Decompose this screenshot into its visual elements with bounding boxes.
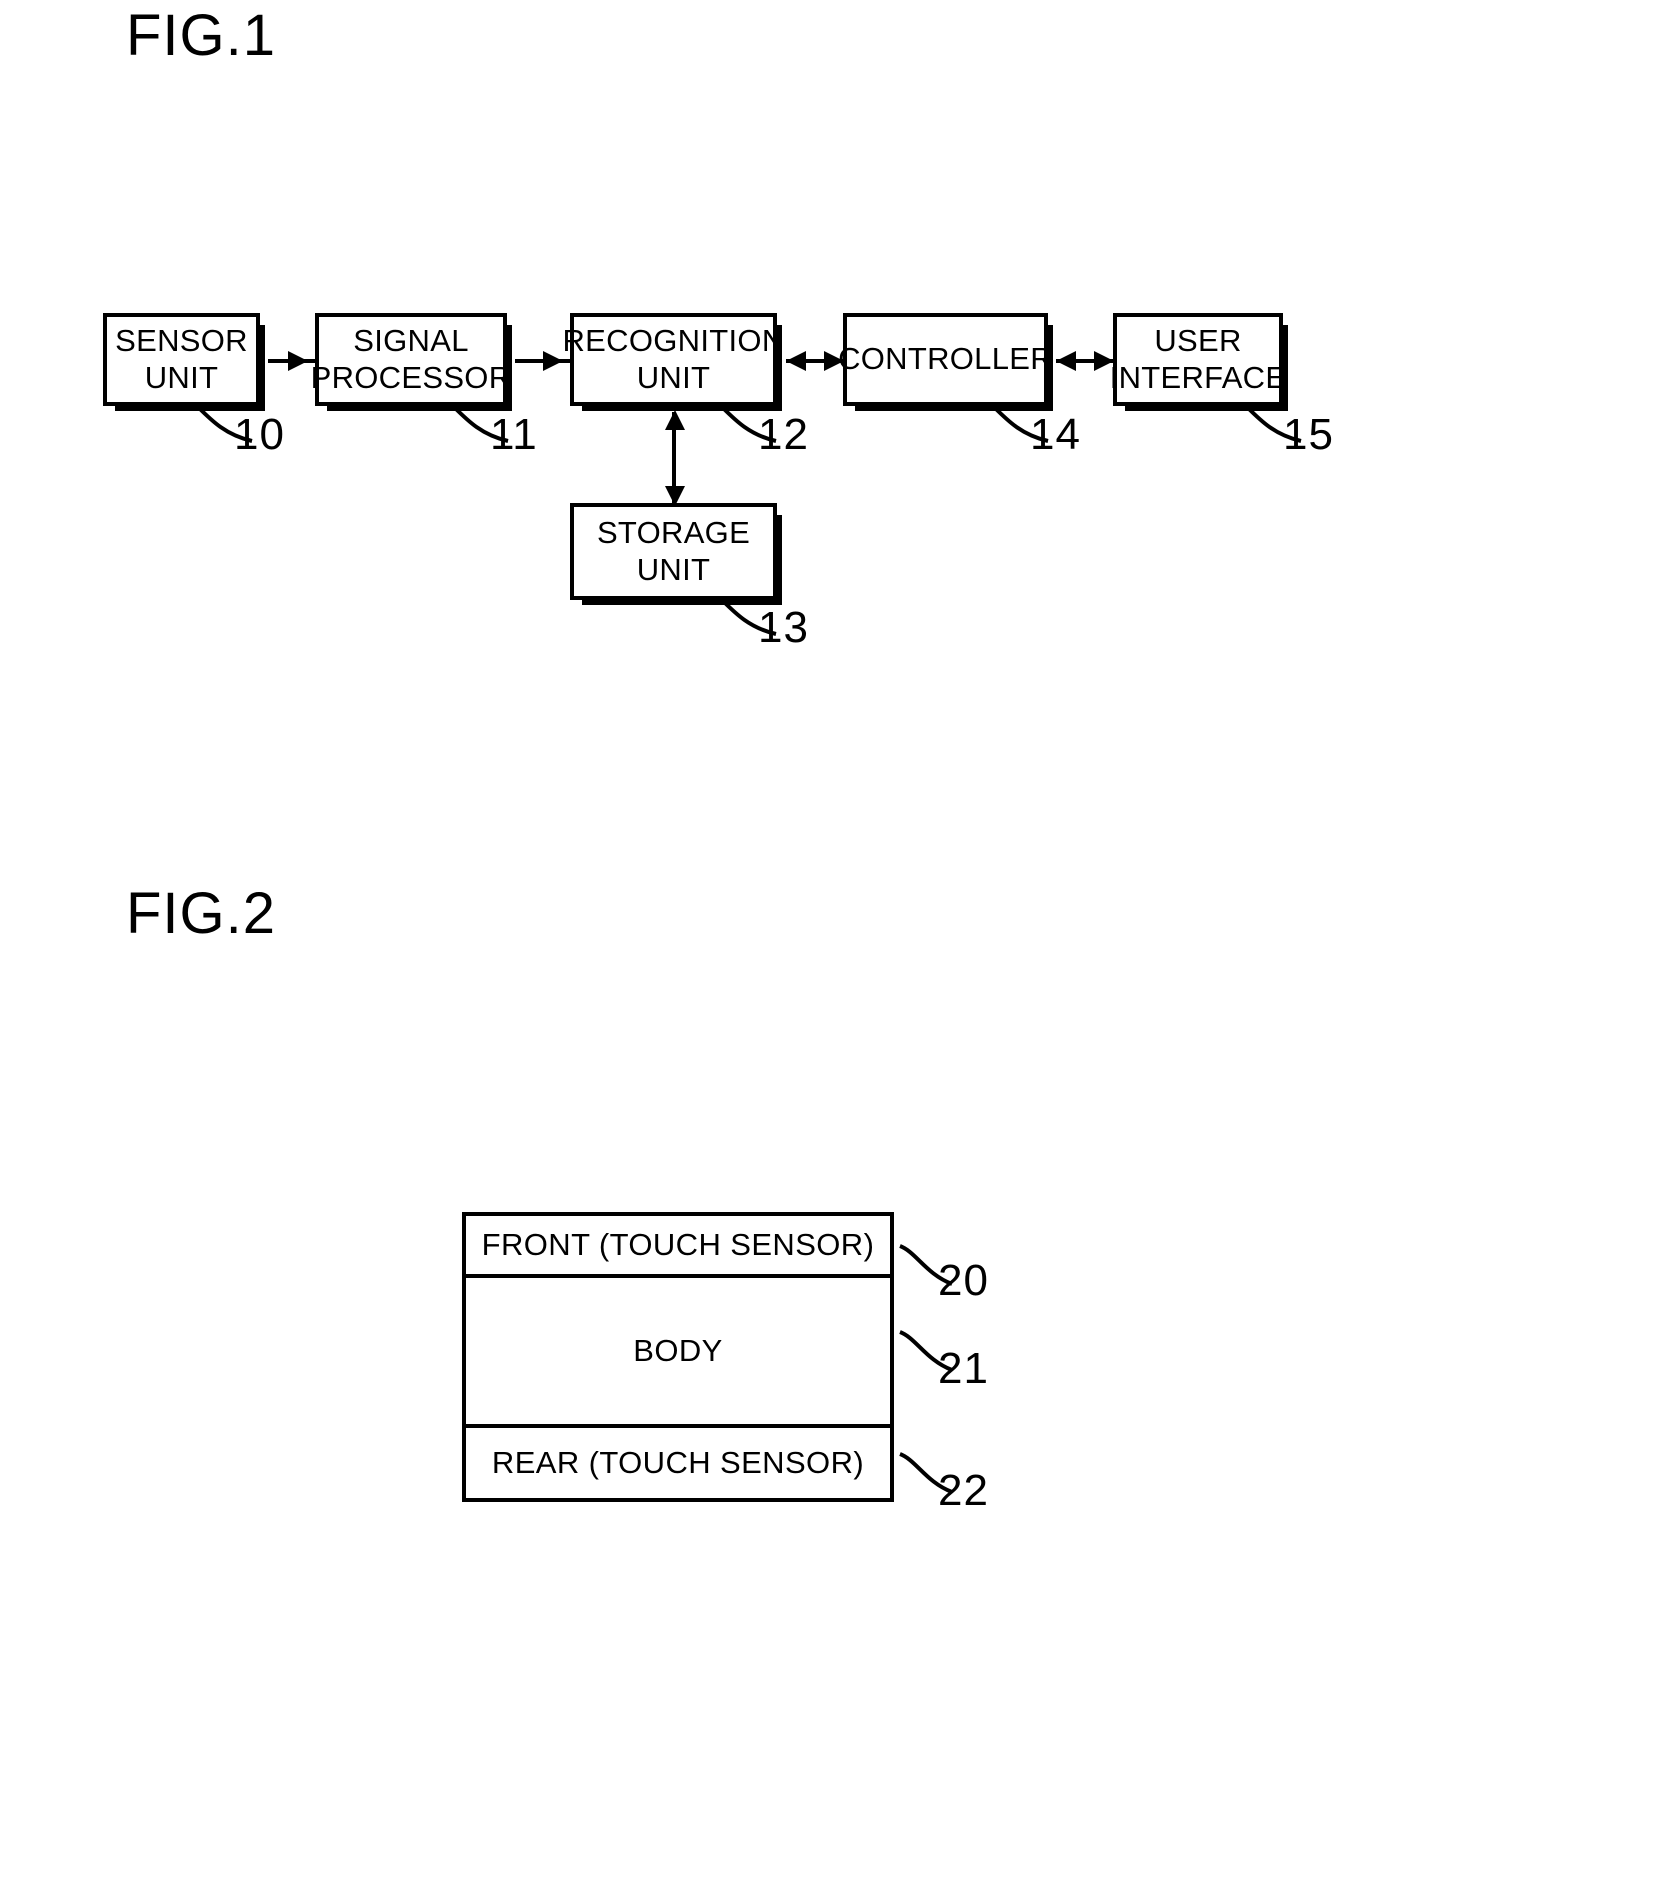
ref-numeral-13: 13 bbox=[758, 603, 809, 652]
block-controller-wrap: CONTROLLER bbox=[838, 313, 1053, 411]
block-recognition-unit-label: RECOGNITION UNIT bbox=[562, 322, 785, 395]
ref-numeral-10: 10 bbox=[234, 410, 285, 459]
block-signal-processor: SIGNAL PROCESSOR bbox=[311, 313, 512, 411]
device-stack: FRONT (TOUCH SENSOR) BODY REAR (TOUCH SE… bbox=[462, 1212, 900, 1508]
block-storage-unit: STORAGE UNIT bbox=[570, 503, 782, 605]
ref-numeral-21: 21 bbox=[938, 1344, 989, 1393]
ref-numeral-15: 15 bbox=[1283, 410, 1334, 459]
block-storage-unit-wrap: STORAGE UNIT bbox=[570, 503, 782, 605]
ref-numeral-11: 11 bbox=[490, 410, 538, 459]
block-recognition-unit-wrap: RECOGNITION UNIT bbox=[562, 313, 784, 411]
device-layer-rear-label: REAR (TOUCH SENSOR) bbox=[491, 1445, 865, 1480]
device-layer-rear: REAR (TOUCH SENSOR) bbox=[466, 1428, 890, 1498]
arrowhead-storage-up bbox=[665, 410, 685, 430]
figure-1-title: FIG.1 bbox=[126, 3, 277, 68]
device-layer-front: FRONT (TOUCH SENSOR) bbox=[466, 1216, 890, 1278]
block-recognition-unit: RECOGNITION UNIT bbox=[562, 313, 784, 411]
block-controller-label: CONTROLLER bbox=[838, 341, 1053, 377]
device-layer-body-label: BODY bbox=[633, 1333, 723, 1368]
arrowhead-signal-to-recognition bbox=[543, 351, 563, 371]
arrowhead-controller-left bbox=[1056, 351, 1076, 371]
block-signal-processor-wrap: SIGNAL PROCESSOR bbox=[311, 313, 512, 411]
figure-2-title: FIG.2 bbox=[126, 881, 277, 946]
block-sensor-unit: SENSOR UNIT bbox=[103, 313, 265, 411]
ref-numeral-14: 14 bbox=[1030, 410, 1081, 459]
device-layer-front-label: FRONT (TOUCH SENSOR) bbox=[481, 1227, 875, 1262]
block-user-interface-wrap: USER INTERFACE bbox=[1110, 313, 1288, 411]
block-signal-processor-label: SIGNAL PROCESSOR bbox=[310, 322, 512, 395]
block-user-interface-label: USER INTERFACE bbox=[1109, 322, 1287, 395]
block-sensor-unit-wrap: SENSOR UNIT bbox=[103, 313, 265, 411]
block-sensor-unit-label: SENSOR UNIT bbox=[115, 322, 248, 395]
ref-numeral-20: 20 bbox=[938, 1256, 989, 1305]
block-storage-unit-label: STORAGE UNIT bbox=[596, 514, 751, 587]
ref-numeral-22: 22 bbox=[938, 1466, 989, 1515]
block-controller: CONTROLLER bbox=[838, 313, 1053, 411]
arrowhead-sensor-to-signal bbox=[288, 351, 308, 371]
device-layer-body: BODY bbox=[466, 1278, 890, 1428]
arrowhead-recognition-left bbox=[786, 351, 806, 371]
block-user-interface: USER INTERFACE bbox=[1110, 313, 1288, 411]
ref-numeral-12: 12 bbox=[758, 410, 809, 459]
